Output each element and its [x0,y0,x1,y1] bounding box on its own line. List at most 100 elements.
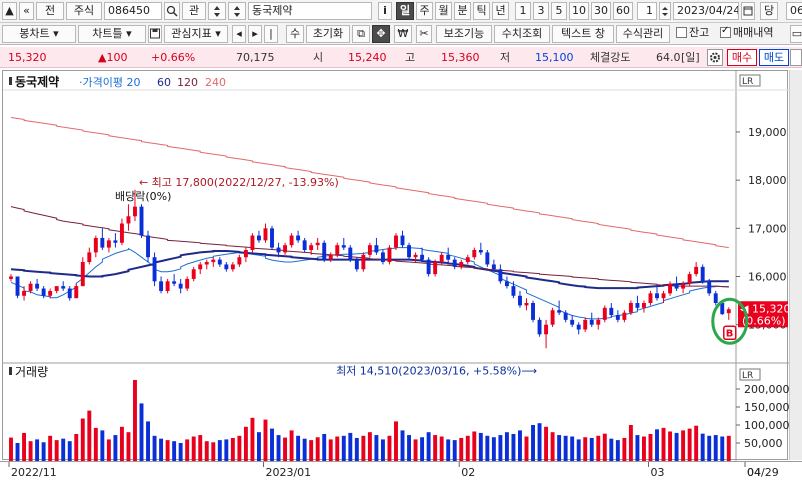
scrollbar-button[interactable] [790,49,802,66]
stock-name-field[interactable]: 동국제약 [248,2,372,20]
save-icon[interactable] [148,25,162,43]
minute-30-button[interactable]: 30 [591,2,611,20]
volume-bar [54,440,59,461]
period-tick-tab[interactable]: 틱 [473,2,490,20]
legend-ma-label: ·가격이평 20 [79,76,140,89]
search-icon[interactable] [164,2,180,20]
double-up-button[interactable]: « [19,2,34,20]
candle-body [550,310,555,325]
candle-body [341,245,346,248]
candle-body [106,240,111,248]
period-minute-tab[interactable]: 분 [454,2,471,20]
price-change: ▲100 [98,51,128,64]
candle-body [237,257,242,265]
candle-chart-button[interactable]: 봉차트 ▾ [2,25,76,43]
candle-body [641,303,646,308]
candle-body [322,242,327,260]
minute-10-button[interactable]: 10 [569,2,589,20]
stock-code-input[interactable]: 086450 [104,2,162,20]
dividend-annotation: 배당락(0%) [115,190,171,203]
candle-body [700,266,705,282]
volume-bar [465,435,470,461]
arrow-right-icon[interactable]: ▸ [248,25,262,43]
period-month-tab[interactable]: 월 [435,2,452,20]
minute-60-button[interactable]: 60 [613,2,633,20]
high-label: 고 [405,51,416,64]
candle-body [257,235,261,241]
volume-bar [165,440,170,461]
interest-indicator-button[interactable]: 관심지표 ▾ [164,25,228,43]
vertical-scrollbar[interactable] [789,70,802,460]
x-tick-label: 03 [650,466,664,479]
x-tick-label: 02 [461,466,475,479]
period-week-tab[interactable]: 주 [416,2,433,20]
su-button[interactable]: 수 [286,25,304,43]
volume-bar [270,428,274,461]
sell-button[interactable]: 매도 [759,49,789,66]
count-stepper[interactable] [659,2,671,20]
formula-manage-button[interactable]: 수식관리 [616,25,670,43]
candle-body [407,245,411,258]
buy-button[interactable]: 매수 [727,49,757,66]
open-price: 15,240 [348,51,387,64]
window-toggle-icon[interactable]: ▭ [790,25,802,43]
period-year-tab[interactable]: 년 [492,2,509,20]
scroll-up-button[interactable]: ▲ [2,2,17,20]
text-window-button[interactable]: 텍스트 창 [552,25,614,43]
volume-bar [322,434,327,461]
chart-tools-button[interactable]: 차트틀 ▾ [78,25,146,43]
volume-bar [191,436,196,461]
candle-body [420,254,425,260]
scissors-icon[interactable]: ✂ [416,25,432,43]
volume-bar [15,443,20,461]
second-toolbar: 봉차트 ▾ 차트틀 ▾ 관심지표 ▾ ◂ ▸ | 수 초기화 ⧉ ✥ ₩ ✂ 보… [0,23,802,45]
chart-pane[interactable]: 동국제약 ·가격이평 20 60 120 240 LR 19,000 18,000 17,000… [2,70,789,461]
current-price: 15,320 [8,51,47,64]
minute-1-button[interactable]: 1 [515,2,531,20]
candle-body [668,283,673,294]
arrow-left-icon[interactable]: ◂ [232,25,246,43]
volume-bar [361,435,366,461]
count-input[interactable]: 1 [637,2,657,20]
candle-body [361,254,366,270]
won-icon[interactable]: ₩ [394,25,412,43]
volume-bar [413,439,418,461]
value-lookup-button[interactable]: 수치조회 [494,25,550,43]
prev-stock-icon[interactable] [208,2,226,20]
volume-bar [28,441,33,461]
info-button[interactable]: i [378,2,392,20]
jeon-button[interactable]: 전 [36,2,64,20]
quote-infobar: 15,320 ▲100 +0.66% 70,175 시 15,240 고 15,… [0,47,802,68]
jango-checkbox[interactable] [676,27,687,38]
trade-history-checkbox[interactable] [720,25,731,38]
date-field[interactable]: 2023/04/24 [673,2,739,20]
right-count-field[interactable]: 06 [786,2,802,20]
candle-body [472,250,477,258]
stepper-icon[interactable] [228,2,246,20]
volume-bar [185,439,190,461]
volume-bar [472,431,477,461]
gear-icon[interactable] [707,49,723,66]
volume-bar [100,430,105,461]
volume-bar [628,425,633,461]
pipe-icon[interactable]: | [264,25,278,43]
minute-5-button[interactable]: 5 [551,2,567,20]
candle-body [713,293,718,303]
candle-body [74,286,79,299]
candle-body [622,312,627,320]
calendar-icon[interactable] [741,2,755,20]
market-type-select[interactable]: 주식 [66,2,102,20]
minute-3-button[interactable]: 3 [533,2,549,20]
dang-button[interactable]: 당 [760,2,778,20]
crosshair-icon[interactable]: ✥ [372,25,390,43]
volume-bar [257,432,261,461]
gwan-button[interactable]: 관 [182,2,206,20]
window-icon[interactable]: ⧉ [352,25,370,43]
candle-body [100,237,105,248]
reset-button[interactable]: 초기화 [306,25,350,43]
assist-function-button[interactable]: 보조기능 [436,25,492,43]
candle-body [172,281,177,284]
candle-body [583,319,588,330]
candle-body [367,245,372,255]
period-day-tab[interactable]: 일 [396,2,414,20]
